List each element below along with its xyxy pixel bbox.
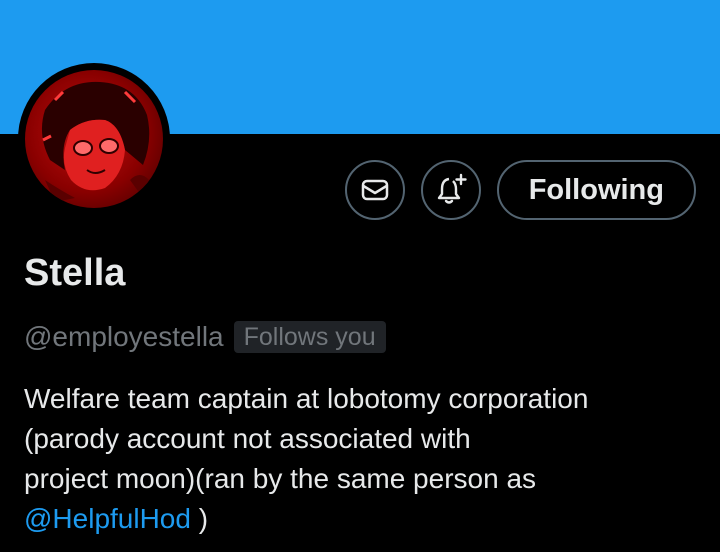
- avatar-artwork: [41, 81, 150, 202]
- follows-you-badge: Follows you: [233, 321, 386, 353]
- display-name: Stella: [24, 252, 126, 294]
- handle-row: @employestella Follows you: [24, 318, 386, 356]
- avatar-frame: [18, 63, 170, 215]
- envelope-icon: [361, 179, 388, 201]
- profile-actions: Following: [344, 160, 696, 220]
- bell-plus-icon: [437, 173, 467, 204]
- username-handle: @employestella: [24, 321, 224, 352]
- bio-line: @HelpfulHod ): [24, 499, 704, 539]
- following-button[interactable]: Following: [496, 160, 696, 220]
- bio-line: project moon)(ran by the same person as: [24, 463, 537, 494]
- notify-button[interactable]: [420, 160, 481, 220]
- bio-line: (parody account not associated with: [24, 423, 471, 454]
- avatar[interactable]: [25, 70, 163, 208]
- bio-line: Welfare team captain at lobotomy corpora…: [24, 383, 589, 414]
- mention-link[interactable]: @HelpfulHod: [24, 503, 191, 534]
- profile-bio: Welfare team captain at lobotomy corpora…: [24, 379, 704, 539]
- profile-page: Following Stella @employestella Follows …: [0, 0, 720, 552]
- message-button[interactable]: [344, 160, 405, 220]
- bio-text: ): [190, 503, 209, 534]
